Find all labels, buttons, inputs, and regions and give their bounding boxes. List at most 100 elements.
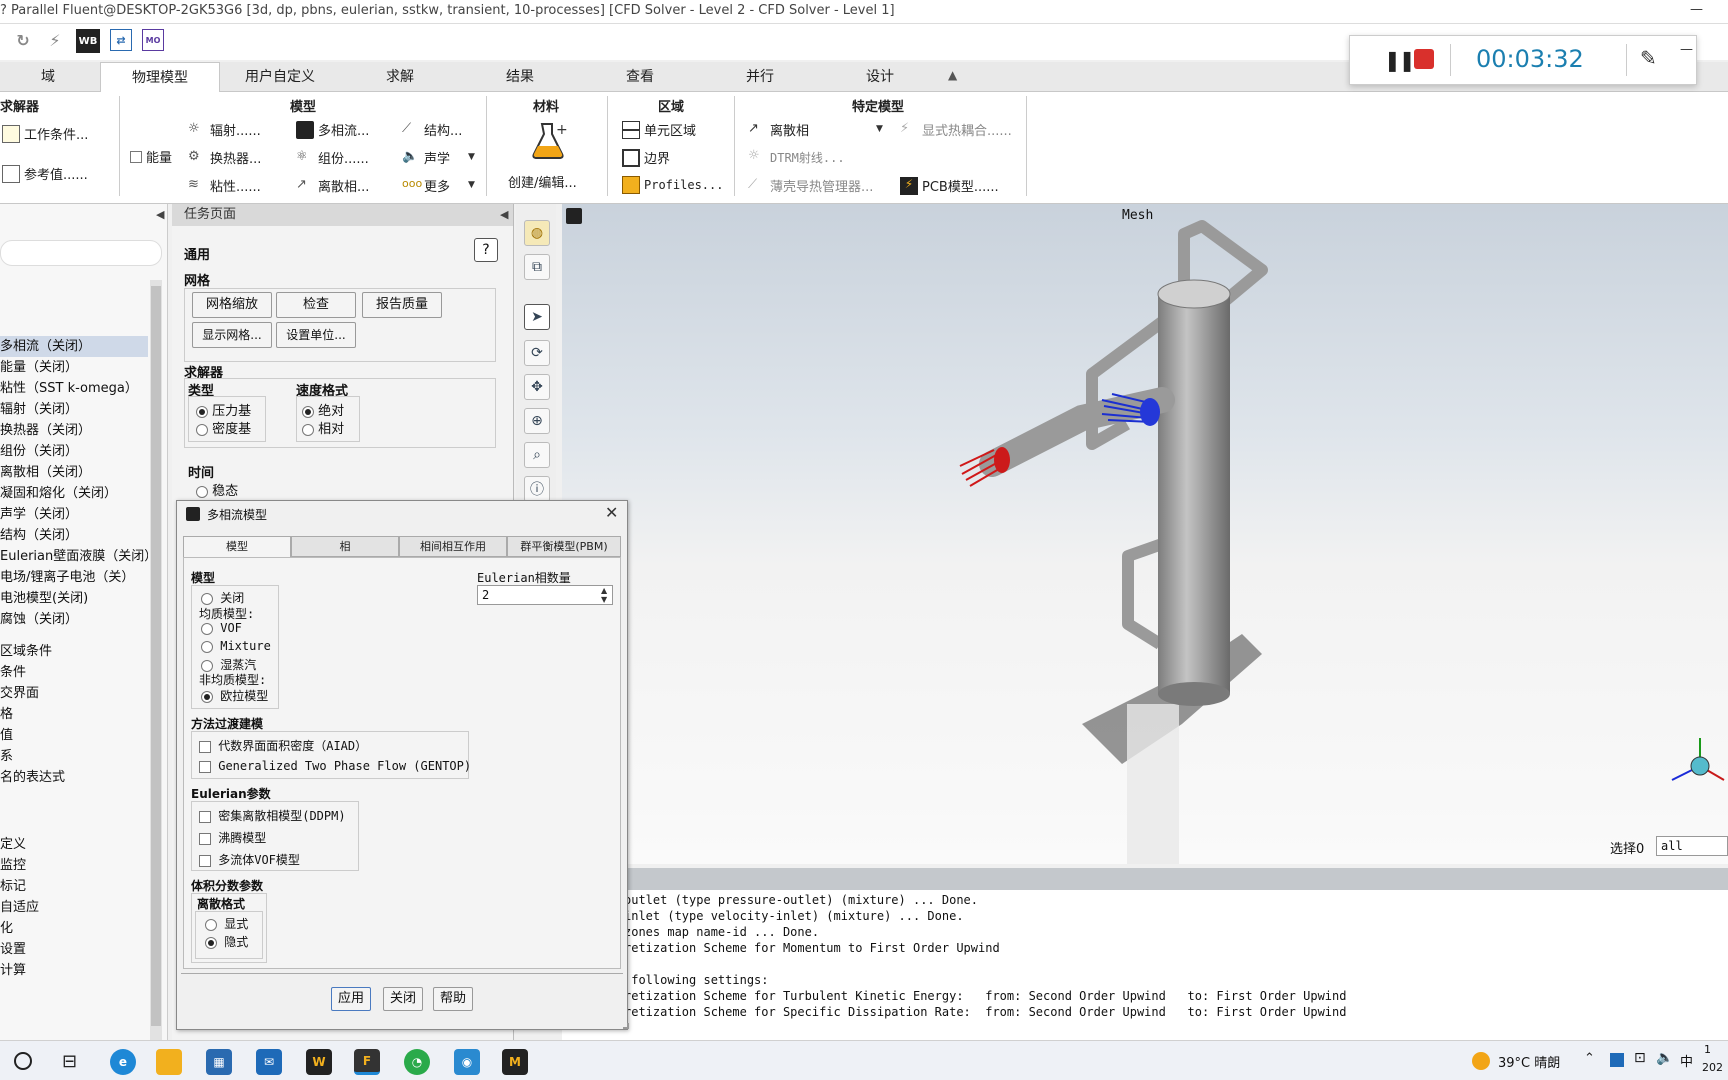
- help-button[interactable]: 帮助: [433, 987, 473, 1011]
- mixture-radio[interactable]: Mixture: [201, 639, 271, 653]
- search-icon[interactable]: [14, 1052, 32, 1070]
- set-units-button[interactable]: 设置单位...: [276, 322, 356, 348]
- transfer-icon[interactable]: ⇄: [110, 29, 132, 51]
- network-icon[interactable]: ⊡: [1634, 1050, 1646, 1066]
- apply-button[interactable]: 应用: [331, 987, 371, 1011]
- tab-parallel[interactable]: 并行: [702, 62, 818, 92]
- tree-item-run-calculation[interactable]: 计算: [0, 960, 148, 981]
- tree-item-energy[interactable]: 能量（关闭）: [0, 357, 148, 378]
- heat-exchanger-button[interactable]: ⚙ 换热器...: [188, 148, 261, 168]
- viscous-button[interactable]: ≋ 粘性......: [188, 176, 261, 196]
- tree-item-interfaces[interactable]: 交界面: [0, 683, 148, 704]
- info-icon[interactable]: ⓘ: [524, 476, 550, 502]
- lightning-icon[interactable]: ⚡: [44, 29, 66, 51]
- profiles-button[interactable]: Profiles...: [622, 176, 723, 194]
- energy-checkbox[interactable]: 能量: [130, 147, 172, 166]
- tree-item-initialization[interactable]: 化: [0, 918, 148, 939]
- tree-item-definitions[interactable]: 定义: [0, 834, 148, 855]
- recorder-taskbar-icon[interactable]: ◉: [454, 1049, 480, 1075]
- more-button[interactable]: ooo 更多: [402, 176, 450, 196]
- graphics-viewport[interactable]: Mesh 选择0 all: [562, 204, 1728, 864]
- phase-count-input[interactable]: 2: [477, 585, 613, 605]
- selection-input[interactable]: all: [1656, 836, 1728, 856]
- pointer-icon[interactable]: ➤: [524, 304, 550, 330]
- volume-icon[interactable]: 🔈: [1656, 1050, 1673, 1066]
- tree-item-solidification[interactable]: 凝固和熔化（关闭）: [0, 483, 148, 504]
- collapse-tree-icon[interactable]: ◀: [156, 208, 164, 221]
- boundaries-button[interactable]: 边界: [622, 148, 670, 167]
- tree-item-marks[interactable]: 标记: [0, 876, 148, 897]
- meshing-taskbar-icon[interactable]: M: [502, 1049, 528, 1075]
- tree-item-viscous[interactable]: 粘性（SST k-omega）: [0, 378, 148, 399]
- radiation-button[interactable]: ☼ 辐射......: [188, 120, 261, 140]
- structure-button[interactable]: ⟋ 结构...: [402, 120, 462, 140]
- report-quality-button[interactable]: 报告质量: [362, 292, 442, 318]
- clock-time[interactable]: 1: [1704, 1043, 1711, 1056]
- mesh-scale-button[interactable]: 网格缩放: [192, 292, 272, 318]
- pan-icon[interactable]: ✥: [524, 374, 550, 400]
- acoustics-dropdown-icon[interactable]: ▼: [468, 152, 475, 162]
- tray-up-icon[interactable]: ⌃: [1584, 1051, 1595, 1066]
- more-dropdown-icon[interactable]: ▼: [468, 180, 475, 190]
- aiad-checkbox[interactable]: 代数界面面积密度（AIAD）: [199, 737, 367, 754]
- zoom-in-icon[interactable]: ⊕: [524, 408, 550, 434]
- tree-item-erosion[interactable]: 腐蚀（关闭）: [0, 609, 148, 630]
- workbench-taskbar-icon[interactable]: W: [306, 1049, 332, 1075]
- pcb-button[interactable]: ⚡ PCB模型......: [900, 176, 999, 195]
- window-minimize-button[interactable]: —: [1690, 2, 1703, 17]
- pen-icon[interactable]: ✎: [1640, 46, 1657, 70]
- eulerian-radio[interactable]: 欧拉模型: [201, 687, 268, 704]
- refresh-icon[interactable]: ↻: [12, 29, 34, 51]
- discrete-phase-dropdown-icon[interactable]: ▼: [876, 124, 883, 134]
- absolute-radio[interactable]: 绝对: [302, 400, 344, 419]
- weather-text[interactable]: 39°C 晴朗: [1498, 1052, 1560, 1071]
- model-off-radio[interactable]: 关闭: [201, 589, 244, 606]
- tree-item-named-expressions[interactable]: 名的表达式: [0, 767, 148, 788]
- dialog-tab-pbm[interactable]: 群平衡模型(PBM): [507, 536, 621, 557]
- close-button[interactable]: 关闭: [383, 987, 423, 1011]
- thermal-coupling-button[interactable]: ⚡ 显式热耦合......: [900, 120, 1012, 140]
- tree-item-adaption[interactable]: 自适应: [0, 897, 148, 918]
- tree-item-structure[interactable]: 结构（关闭）: [0, 525, 148, 546]
- stop-icon[interactable]: [1414, 49, 1434, 69]
- create-edit-materials-button[interactable]: 创建/编辑...: [508, 172, 577, 191]
- tree-item-settings[interactable]: 设置: [0, 939, 148, 960]
- tree-item-boundary-conditions[interactable]: 条件: [0, 662, 148, 683]
- mail-icon[interactable]: ✉: [256, 1049, 282, 1075]
- boiling-checkbox[interactable]: 沸腾模型: [199, 829, 266, 846]
- tree-item-heat-exchanger[interactable]: 换热器（关闭）: [0, 420, 148, 441]
- tab-design[interactable]: 设计: [822, 62, 938, 92]
- copy-view-icon[interactable]: ⧉: [524, 254, 550, 280]
- tree-item-systems[interactable]: 系: [0, 746, 148, 767]
- tree-item-dpm[interactable]: 离散相（关闭）: [0, 462, 148, 483]
- pressure-based-radio[interactable]: 压力基: [196, 400, 251, 419]
- tree-item-eulerian-wall-film[interactable]: Eulerian壁面液膜（关闭）: [0, 546, 148, 567]
- tree-item-multiphase[interactable]: 多相流（关闭）: [0, 336, 148, 357]
- pause-icon[interactable]: ❚❚: [1384, 48, 1415, 72]
- multiphase-button[interactable]: 多相流...: [296, 120, 369, 139]
- fluent-taskbar-icon[interactable]: F: [354, 1049, 380, 1075]
- recorder-minimize-button[interactable]: —: [1680, 42, 1693, 57]
- implicit-radio[interactable]: 隐式: [205, 933, 248, 950]
- ddpm-checkbox[interactable]: 密集离散相模型(DDPM): [199, 807, 346, 824]
- tree-item-monitors[interactable]: 监控: [0, 855, 148, 876]
- dialog-resize-grip[interactable]: [623, 1023, 629, 1029]
- clock-date[interactable]: 202: [1702, 1061, 1723, 1074]
- tab-domain[interactable]: 域: [0, 62, 96, 92]
- steady-radio[interactable]: 稳态: [196, 480, 238, 499]
- mo-icon[interactable]: MO: [142, 29, 164, 51]
- tree-item-cell-zone-conditions[interactable]: 区域条件: [0, 641, 148, 662]
- task-view-icon[interactable]: ⊟: [62, 1051, 77, 1072]
- tree-item-species[interactable]: 组份（关闭）: [0, 441, 148, 462]
- tree-item-battery[interactable]: 电池模型(关闭): [0, 588, 148, 609]
- multifluid-vof-checkbox[interactable]: 多流体VOF模型: [199, 851, 300, 868]
- tree-item-acoustics[interactable]: 声学（关闭）: [0, 504, 148, 525]
- tree-scrollbar[interactable]: [150, 280, 162, 1040]
- wechat-icon[interactable]: ◔: [404, 1049, 430, 1075]
- tree-item-mesh[interactable]: 格: [0, 704, 148, 725]
- dialog-tab-model[interactable]: 模型: [183, 536, 291, 557]
- tab-physics[interactable]: 物理模型: [100, 62, 220, 92]
- tab-user-defined[interactable]: 用户自定义: [222, 62, 338, 92]
- ime-indicator[interactable]: 中: [1680, 1051, 1693, 1070]
- ball-icon[interactable]: ◍: [524, 220, 550, 246]
